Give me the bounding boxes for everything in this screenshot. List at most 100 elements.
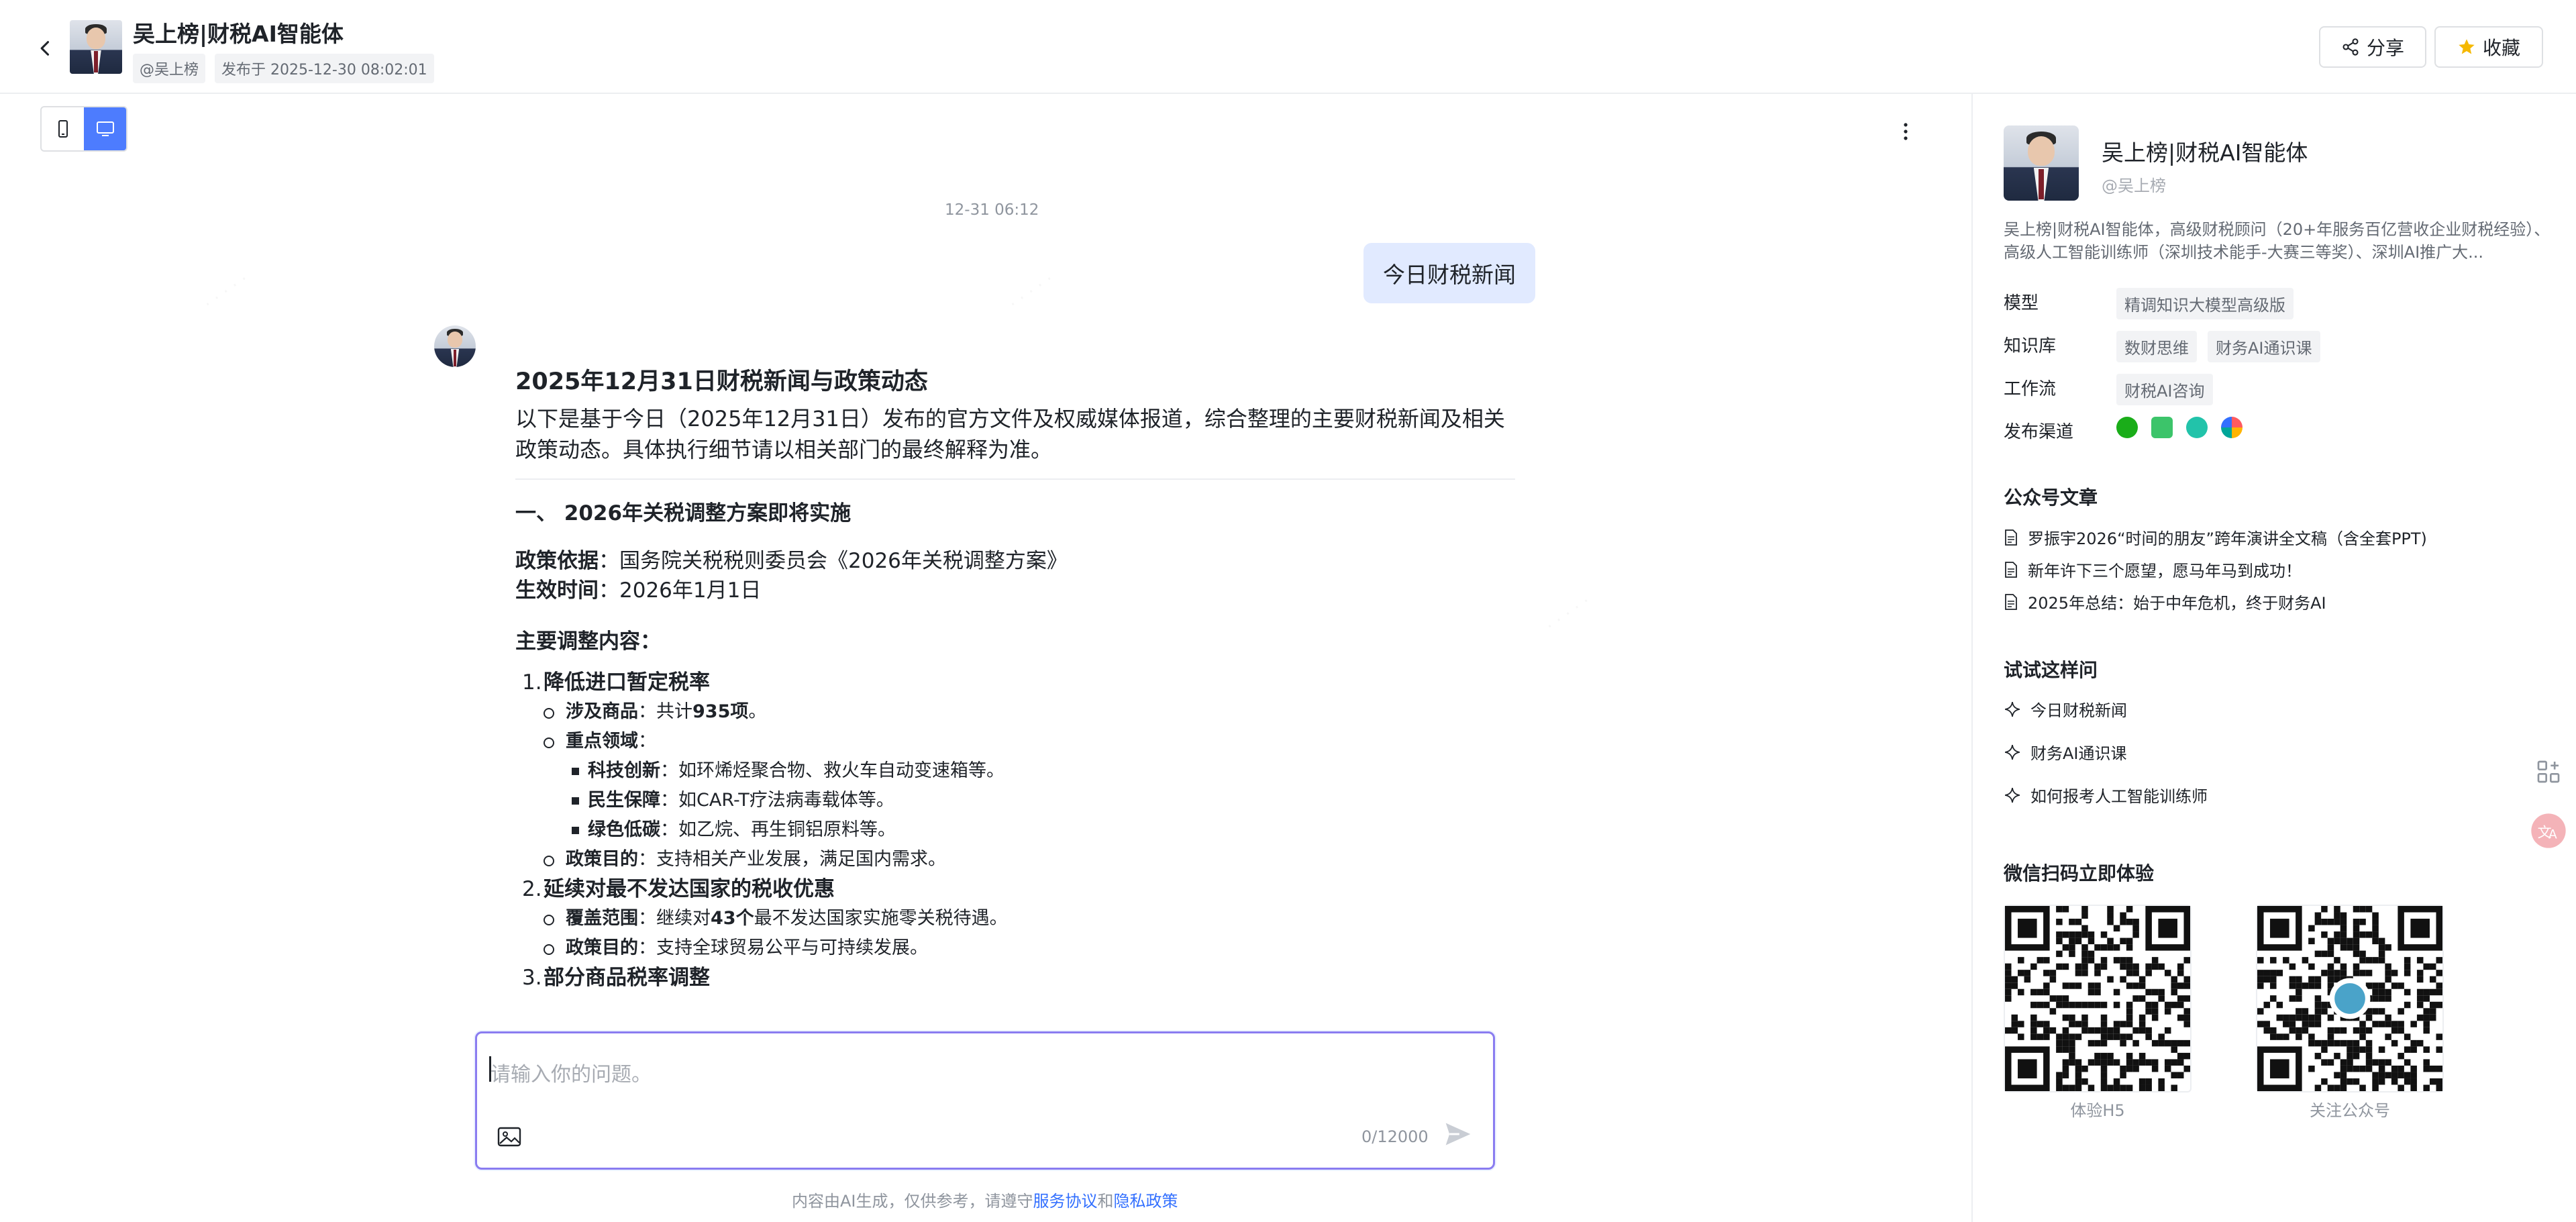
chevron-left-icon bbox=[40, 41, 50, 56]
kb-tags: 数财思维 财务AI通识课 bbox=[2116, 331, 2320, 362]
author-handle[interactable]: @吴上榜 bbox=[133, 54, 206, 83]
adjustment-list: 1. 降低进口暂定税率 涉及商品：共计935项。 重点领域： 科技创新：如环烯烃聚… bbox=[515, 668, 1515, 992]
qr1-caption: 体验H5 bbox=[2070, 1101, 2125, 1120]
sidebar-agent-name: 吴上榜|财税AI智能体 bbox=[2102, 140, 2308, 166]
kb-tag: 财务AI通识课 bbox=[2208, 331, 2320, 362]
suggestion-item[interactable]: 财务AI通识课 bbox=[2004, 740, 2127, 764]
mobile-icon bbox=[58, 120, 68, 138]
list-subitem: 覆盖范围：继续对43个最不发达国家实施零关税待遇。 bbox=[515, 904, 1515, 933]
disclaimer-note: 内容由AI生成，仅供参考，请遵守服务协议和隐私政策 bbox=[792, 1192, 1178, 1211]
sparkle-icon bbox=[2005, 701, 2020, 717]
sparkle-icon bbox=[2005, 744, 2020, 760]
answer-title: 2025年12月31日财税新闻与政策动态 bbox=[515, 368, 928, 395]
workflow-label: 工作流 bbox=[2004, 379, 2057, 399]
list-subitem: 涉及商品：共计935项。 bbox=[515, 697, 1515, 727]
channel-label: 发布渠道 bbox=[2004, 422, 2074, 442]
section-heading: 一、 2026年关税调整方案即将实施 bbox=[515, 501, 852, 525]
divider bbox=[515, 478, 1515, 480]
sidebar-divider bbox=[1971, 94, 1973, 1222]
kb-tag: 数财思维 bbox=[2116, 331, 2197, 362]
agent-title: 吴上榜|财税AI智能体 bbox=[133, 21, 344, 47]
page-root: · · · · · · · · · · · · · · · 吴上榜|财税AI智能… bbox=[0, 0, 2576, 1222]
article-link[interactable]: 罗振宇2026“时间的朋友”跨年演讲全文稿（含全套PPT) bbox=[2004, 525, 2427, 549]
model-tags: 精调知识大模型高级版 bbox=[2116, 288, 2294, 319]
qr-code-official-account-image bbox=[2257, 906, 2442, 1091]
desktop-view-button[interactable] bbox=[84, 107, 126, 150]
header-avatar bbox=[70, 20, 122, 74]
document-icon bbox=[2005, 529, 2017, 546]
answer-intro: 以下是基于今日（2025年12月31日）发布的官方文件及权威媒体报道，综合整理的… bbox=[515, 406, 1505, 462]
articles-heading: 公众号文章 bbox=[2004, 487, 2098, 509]
channel-platform-icon[interactable] bbox=[2221, 417, 2243, 438]
send-icon bbox=[1445, 1123, 1471, 1145]
document-icon bbox=[2005, 593, 2017, 610]
model-label: 模型 bbox=[2004, 293, 2039, 313]
qr2-caption: 关注公众号 bbox=[2310, 1101, 2390, 1120]
list-item: 3. 部分商品税率调整 bbox=[522, 966, 710, 990]
desktop-icon bbox=[96, 121, 114, 136]
float-apps-button[interactable] bbox=[2530, 753, 2567, 791]
list-subitem: 重点领域： bbox=[515, 727, 1515, 756]
list-item: 1. 降低进口暂定税率 bbox=[522, 670, 710, 695]
list-subitem: 政策目的：支持全球贸易公平与可持续发展。 bbox=[515, 933, 1515, 963]
qr-heading: 微信扫码立即体验 bbox=[2004, 862, 2155, 884]
star-icon bbox=[2459, 39, 2475, 54]
user-message-bubble: 今日财税新闻 bbox=[1363, 243, 1535, 303]
list-subsubitem: 绿色低碳：如乙烷、再生铜铝原料等。 bbox=[515, 815, 1515, 845]
qr-code-official-account bbox=[2256, 905, 2444, 1092]
more-vertical-icon bbox=[1904, 123, 1908, 140]
qr-code-h5 bbox=[2004, 905, 2192, 1092]
svg-text:A: A bbox=[2548, 828, 2557, 842]
sidebar-avatar bbox=[2004, 125, 2079, 201]
top-header: 吴上榜|财税AI智能体 @吴上榜 发布于 2025-12-30 08:02:01… bbox=[0, 0, 2576, 94]
sparkle-icon bbox=[2005, 787, 2020, 803]
send-button[interactable] bbox=[1443, 1119, 1473, 1152]
share-icon bbox=[2342, 38, 2359, 56]
channel-app-icon[interactable] bbox=[2151, 417, 2173, 438]
question-input-box[interactable]: 请输入你的问题。 0/12000 bbox=[475, 1031, 1495, 1170]
document-icon bbox=[2005, 561, 2017, 578]
back-button[interactable] bbox=[27, 30, 64, 67]
message-timestamp: 12-31 06:12 bbox=[945, 201, 1039, 219]
bot-message: 2025年12月31日财税新闻与政策动态 以下是基于今日（2025年12月31日… bbox=[515, 362, 1515, 992]
char-counter: 0/12000 bbox=[1361, 1127, 1429, 1146]
channel-web-icon[interactable] bbox=[2186, 417, 2208, 438]
list-item: 2. 延续对最不发达国家的税收优惠 bbox=[522, 877, 835, 901]
effective-date: 生效时间：2026年1月1日 bbox=[515, 578, 762, 603]
try-heading: 试试这样问 bbox=[2004, 659, 2098, 681]
workflow-tags: 财税AI咨询 bbox=[2116, 374, 2213, 405]
suggestion-item[interactable]: 如何报考人工智能训练师 bbox=[2004, 783, 2208, 807]
policy-basis: 政策依据：国务院关税税则委员会《2026年关税调整方案》 bbox=[515, 549, 1068, 573]
device-toggle bbox=[40, 106, 127, 152]
header-meta: @吴上榜 发布于 2025-12-30 08:02:01 bbox=[133, 54, 434, 83]
image-icon bbox=[497, 1127, 521, 1147]
upload-image-button[interactable] bbox=[497, 1126, 521, 1150]
list-subsubitem: 民生保障：如CAR-T疗法病毒载体等。 bbox=[515, 786, 1515, 815]
bot-avatar bbox=[434, 325, 476, 367]
channel-icons bbox=[2116, 417, 2243, 438]
article-link[interactable]: 新年许下三个愿望，愿马年马到成功！ bbox=[2004, 558, 2302, 581]
favorite-label: 收藏 bbox=[2482, 37, 2520, 59]
terms-link[interactable]: 服务协议 bbox=[1033, 1192, 1098, 1211]
publish-time: 发布于 2025-12-30 08:02:01 bbox=[215, 54, 434, 83]
suggestion-item[interactable]: 今日财税新闻 bbox=[2004, 697, 2127, 721]
share-button[interactable]: 分享 bbox=[2319, 26, 2426, 68]
channel-wechat-icon[interactable] bbox=[2116, 417, 2138, 438]
list-subsubitem: 科技创新：如环烯烃聚合物、救火车自动变速箱等。 bbox=[515, 756, 1515, 786]
kb-label: 知识库 bbox=[2004, 336, 2057, 356]
article-link[interactable]: 2025年总结：始于中年危机，终于财务AI bbox=[2004, 590, 2326, 613]
mobile-view-button[interactable] bbox=[42, 107, 84, 150]
workflow-tag: 财税AI咨询 bbox=[2116, 374, 2213, 405]
float-translate-button[interactable]: 文A bbox=[2530, 812, 2567, 850]
sidebar-handle[interactable]: @吴上榜 bbox=[2102, 172, 2166, 196]
agent-description: 吴上榜|财税AI智能体，高级财税顾问（20+年服务百亿营收企业财税经验）、高级人… bbox=[2004, 220, 2551, 262]
favorite-button[interactable]: 收藏 bbox=[2434, 26, 2543, 68]
privacy-link[interactable]: 隐私政策 bbox=[1114, 1192, 1178, 1211]
list-subitem: 政策目的：支持相关产业发展，满足国内需求。 bbox=[515, 845, 1515, 874]
apps-add-icon bbox=[2537, 760, 2560, 783]
qr-code-h5-image bbox=[2005, 906, 2190, 1091]
more-options-button[interactable] bbox=[1892, 118, 1919, 145]
share-label: 分享 bbox=[2366, 37, 2404, 59]
model-tag: 精调知识大模型高级版 bbox=[2116, 288, 2294, 319]
question-input-placeholder[interactable]: 请输入你的问题。 bbox=[491, 1058, 652, 1087]
